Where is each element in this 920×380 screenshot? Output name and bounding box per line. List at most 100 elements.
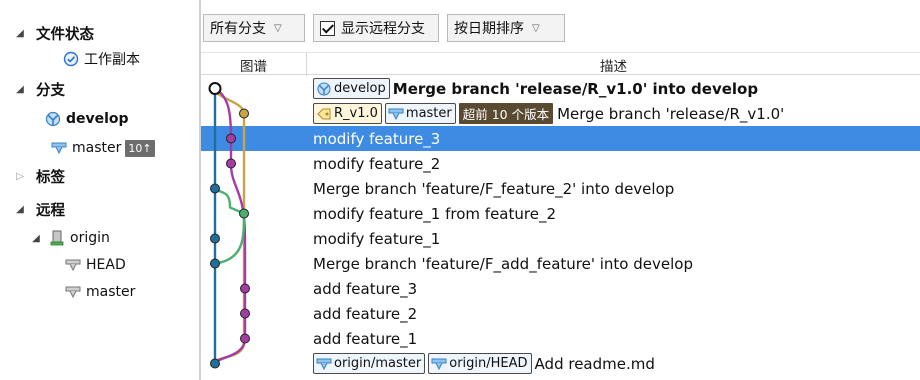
expand-arrow-icon[interactable]: ◢	[14, 28, 26, 39]
expand-arrow-icon[interactable]: ◢	[14, 204, 26, 215]
commit-row[interactable]: Merge branch 'feature/F_add_feature' int…	[201, 251, 920, 276]
commit-history-grid: 图谱 描述 develop Merge branch 'release/R_v1.…	[201, 52, 920, 380]
ahead-badge: 超前 10 个版本	[458, 103, 554, 124]
sidebar-item-label: 工作副本	[84, 52, 140, 68]
commit-message: add feature_3	[313, 279, 418, 298]
sidebar: ◢ 文件状态 工作副本 ◢ 分支 develop master 10↑ ▷ 标签…	[0, 0, 199, 380]
branch-filter-value: 所有分支	[210, 21, 266, 37]
sidebar-section-tags[interactable]: ▷ 标签	[14, 163, 65, 189]
commit-node[interactable]	[226, 158, 236, 169]
commit-node[interactable]	[208, 82, 222, 95]
sidebar-item-label: develop	[66, 111, 129, 127]
remote-branch-icon	[64, 284, 82, 300]
commit-description: modify feature_1 from feature_2	[313, 201, 556, 226]
commit-node[interactable]	[240, 283, 250, 294]
commit-row[interactable]: add feature_3	[201, 276, 920, 301]
commit-row[interactable]: modify feature_1	[201, 226, 920, 251]
commit-node[interactable]	[240, 308, 250, 319]
branch-icon	[50, 140, 68, 156]
commit-description: modify feature_3	[313, 126, 440, 151]
commit-row[interactable]: Merge branch 'feature/F_feature_2' into …	[201, 176, 920, 201]
sidebar-item-develop[interactable]: develop	[44, 106, 129, 132]
sidebar-section-file-status[interactable]: ◢ 文件状态	[14, 20, 94, 46]
commit-message: modify feature_3	[313, 129, 441, 148]
branch-icon	[431, 357, 447, 371]
sidebar-item-master[interactable]: master 10↑	[50, 135, 155, 161]
branch-label[interactable]: origin/HEAD	[428, 353, 532, 374]
sidebar-section-label: 文件状态	[36, 26, 94, 43]
branch-label[interactable]: develop	[313, 78, 390, 99]
sidebar-item-origin[interactable]: ◢ origin	[30, 225, 110, 251]
sidebar-item-label: origin	[70, 230, 110, 246]
description-column-header[interactable]: 描述	[307, 53, 920, 76]
commit-row[interactable]: R_v1.0 master 超前 10 个版本 Merge branch 'relea…	[201, 101, 920, 126]
ref-name: origin/master	[334, 356, 422, 371]
commit-message: modify feature_1 from feature_2	[313, 204, 556, 223]
commit-description: modify feature_2	[313, 151, 440, 176]
commit-message: add feature_2	[313, 304, 418, 323]
commit-row[interactable]: modify feature_1 from feature_2	[201, 201, 920, 226]
ref-name: master	[405, 106, 452, 121]
branch-label[interactable]: origin/master	[313, 353, 426, 374]
commit-description: add feature_2	[313, 301, 417, 326]
sidebar-item-working-copy[interactable]: 工作副本	[62, 46, 140, 72]
branch-icon	[388, 107, 404, 121]
sidebar-item-label: master	[86, 284, 136, 300]
ref-name: develop	[334, 81, 386, 96]
commit-description: develop Merge branch 'release/R_v1.0' int…	[313, 76, 758, 101]
commit-node[interactable]	[210, 183, 220, 194]
commit-row[interactable]: develop Merge branch 'release/R_v1.0' int…	[201, 76, 920, 101]
remote-branch-icon	[64, 257, 82, 273]
commit-node[interactable]	[240, 333, 250, 344]
commit-node[interactable]	[239, 108, 249, 119]
sidebar-item-label: master	[72, 140, 122, 156]
commit-row[interactable]: add feature_2	[201, 301, 920, 326]
commit-description: modify feature_1	[313, 226, 440, 251]
commit-row[interactable]: modify feature_2	[201, 151, 920, 176]
checkbox-checked-icon[interactable]	[320, 20, 335, 36]
commit-message: Merge branch 'feature/F_feature_2' into …	[313, 179, 675, 198]
branch-label[interactable]: master	[384, 103, 456, 124]
commit-description: Merge branch 'feature/F_feature_2' into …	[313, 176, 674, 201]
expand-arrow-icon[interactable]: ◢	[30, 233, 42, 244]
commit-node[interactable]	[239, 208, 249, 219]
sidebar-item-remote-head[interactable]: HEAD	[64, 252, 126, 278]
feature3-lane-line	[213, 87, 247, 365]
show-remote-branches-checkbox[interactable]: 显示远程分支	[313, 14, 439, 42]
chevron-down-icon: ▽	[532, 22, 540, 34]
commit-message: modify feature_1	[313, 229, 441, 248]
commit-description: Merge branch 'feature/F_add_feature' int…	[313, 251, 693, 276]
commit-node[interactable]	[210, 358, 220, 369]
sidebar-section-branches[interactable]: ◢ 分支	[14, 76, 65, 102]
commit-description: origin/master origin/HEAD Add readme.md	[313, 351, 655, 376]
commit-node[interactable]	[210, 233, 220, 244]
collapsed-arrow-icon[interactable]: ▷	[14, 171, 26, 182]
commit-message: Merge branch 'feature/F_add_feature' int…	[313, 254, 693, 273]
expand-arrow-icon[interactable]: ◢	[14, 84, 26, 95]
ref-name: R_v1.0	[334, 106, 378, 121]
commit-row[interactable]: modify feature_3	[201, 126, 920, 151]
commit-description: R_v1.0 master 超前 10 个版本 Merge branch 'relea…	[313, 101, 784, 126]
branch-filter-dropdown[interactable]: 所有分支 ▽	[203, 14, 305, 42]
current-branch-icon	[316, 81, 332, 96]
tag-label[interactable]: R_v1.0	[313, 103, 382, 124]
branch-icon	[316, 357, 332, 371]
commit-message: Merge branch 'release/R_v1.0' into devel…	[392, 79, 759, 98]
grid-header: 图谱 描述	[201, 52, 920, 76]
tag-icon	[316, 107, 332, 121]
remote-server-icon	[48, 230, 66, 246]
sidebar-item-remote-master[interactable]: master	[64, 279, 135, 305]
ahead-count-badge: 10↑	[125, 139, 155, 157]
commit-node[interactable]	[210, 258, 220, 269]
commit-row[interactable]: add feature_1	[201, 326, 920, 351]
sidebar-section-remotes[interactable]: ◢ 远程	[14, 196, 65, 222]
graph-column-header[interactable]: 图谱	[201, 53, 307, 76]
sort-order-value: 按日期排序	[454, 21, 524, 37]
sort-order-dropdown[interactable]: 按日期排序 ▽	[447, 14, 565, 42]
commit-row[interactable]: origin/master origin/HEAD Add readme.md	[201, 351, 920, 376]
show-remote-label: 显示远程分支	[341, 21, 425, 37]
sidebar-section-label: 标签	[36, 169, 65, 186]
chevron-down-icon: ▽	[274, 22, 282, 34]
commit-node[interactable]	[226, 133, 236, 144]
commit-description: add feature_1	[313, 326, 417, 351]
